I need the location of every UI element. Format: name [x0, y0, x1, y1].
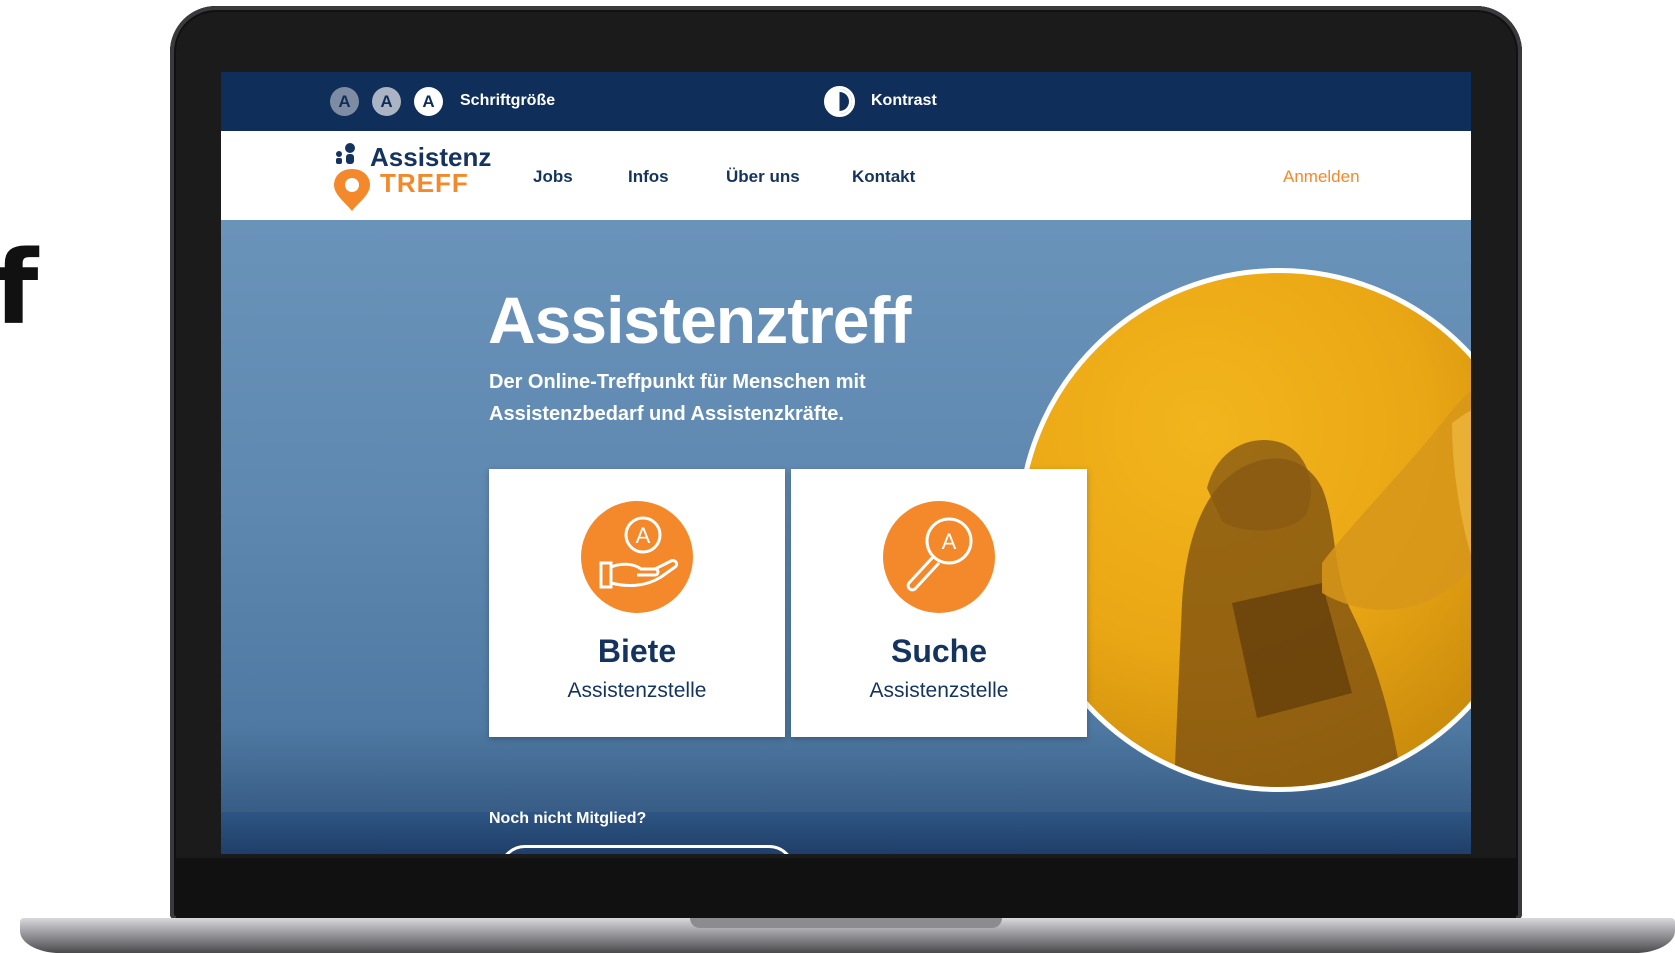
font-size-increase-label: A: [422, 91, 435, 111]
magnifier-search-icon: A: [883, 501, 995, 613]
svg-text:A: A: [942, 529, 957, 554]
font-size-decrease-label: A: [338, 91, 351, 111]
font-size-decrease-button[interactable]: A: [330, 87, 359, 116]
contrast-toggle-label[interactable]: Kontrast: [871, 92, 937, 110]
nav-link-jobs[interactable]: Jobs: [533, 167, 573, 187]
register-button[interactable]: [499, 845, 795, 854]
offer-card-title: Biete: [597, 633, 677, 669]
hand-offer-icon: A: [581, 501, 693, 613]
font-size-label: Schriftgröße: [460, 92, 556, 109]
font-size-increase-button[interactable]: A: [414, 87, 443, 116]
font-size-normal-label: A: [380, 91, 393, 111]
not-member-prompt: Noch nicht Mitglied?: [489, 810, 647, 827]
hero-sea-strip: [221, 812, 1471, 854]
laptop-screen: A A A Schriftgröße Kontrast Assistenz TR…: [221, 72, 1471, 854]
search-position-card[interactable]: A Suche Assistenzstelle: [791, 469, 1087, 737]
logo-pin-icon[interactable]: [332, 141, 372, 211]
logo-text-treff[interactable]: TREFF: [380, 170, 469, 196]
laptop-notch: [690, 918, 1002, 928]
svg-text:A: A: [636, 523, 651, 548]
hero-title: Assistenztreff: [488, 283, 911, 357]
nav-link-infos[interactable]: Infos: [628, 167, 669, 187]
main-navigation: Assistenz TREFF Jobs Infos Über uns Kont…: [221, 131, 1471, 220]
hero-subtitle: Der Online-Treffpunkt für Menschen mit A…: [489, 371, 866, 425]
offer-card-subtitle: Assistenzstelle: [567, 679, 707, 702]
font-size-normal-button[interactable]: A: [372, 87, 401, 116]
laptop-chin: [176, 858, 1516, 918]
nav-link-kontakt[interactable]: Kontakt: [852, 167, 915, 187]
logo-text-assistenz[interactable]: Assistenz: [370, 144, 491, 170]
accessibility-bar: A A A Schriftgröße Kontrast: [221, 72, 1471, 131]
offer-position-card[interactable]: A Biete Assistenzstelle: [489, 469, 785, 737]
search-card-title: Suche: [890, 633, 988, 669]
search-card-subtitle: Assistenzstelle: [869, 679, 1009, 702]
login-link[interactable]: Anmelden: [1283, 167, 1360, 187]
contrast-icon[interactable]: [824, 86, 855, 117]
background-title-fragment: f: [0, 229, 39, 348]
nav-link-ueber-uns[interactable]: Über uns: [726, 167, 800, 187]
